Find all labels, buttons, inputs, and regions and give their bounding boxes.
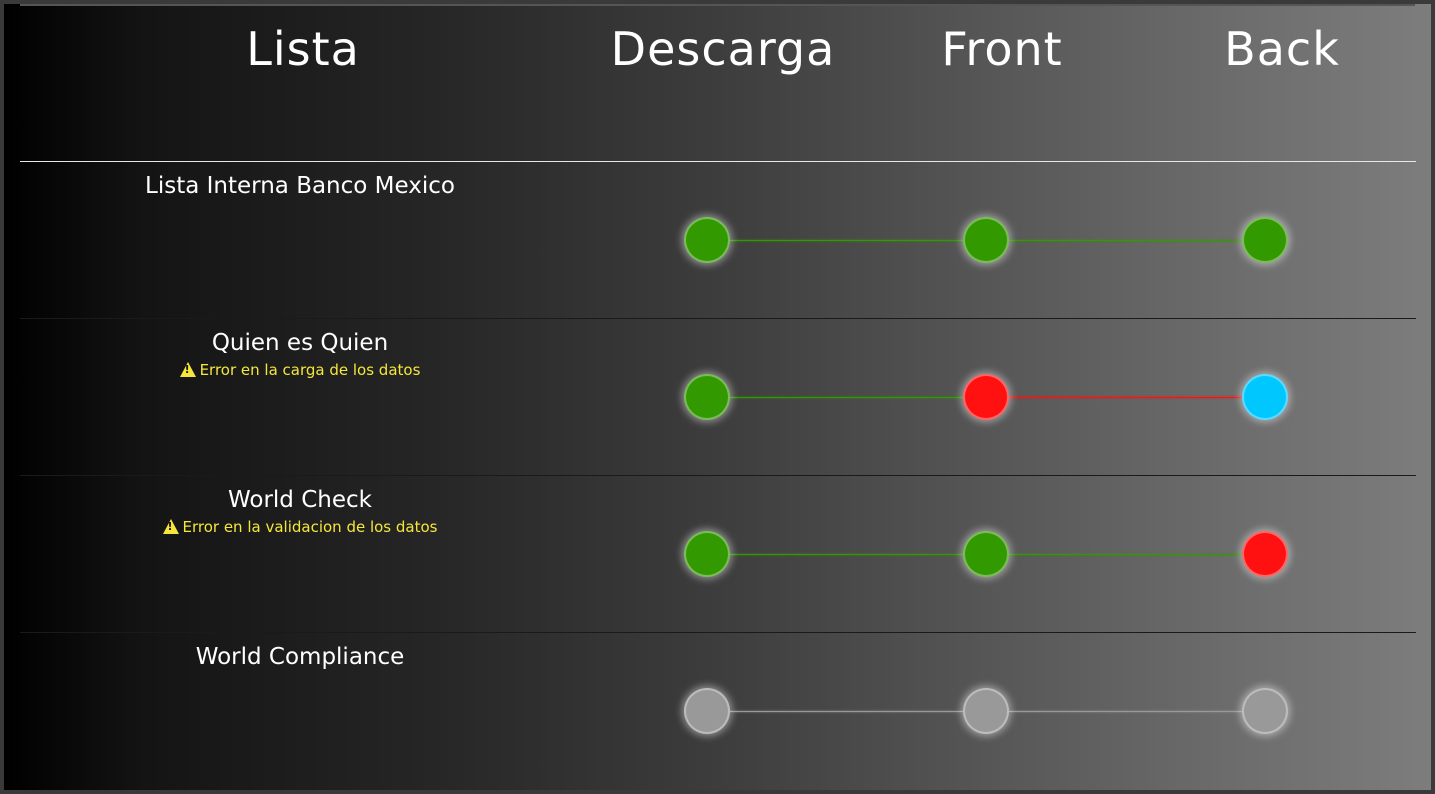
- header-front: Front: [941, 22, 1063, 76]
- list-name: Quien es Quien: [211, 330, 389, 356]
- status-link-front-back: [1009, 240, 1242, 241]
- error-message: Error en la carga de los datos: [20, 360, 580, 380]
- status-dot-descarga[interactable]: [684, 688, 730, 734]
- row-divider: [20, 475, 1416, 476]
- list-row: World Check Error en la validacion de lo…: [20, 475, 1416, 632]
- status-dot-descarga[interactable]: [684, 217, 730, 263]
- status-link-descarga-front: [730, 711, 963, 712]
- status-link-front-back: [1009, 397, 1242, 398]
- row-divider: [20, 161, 1416, 162]
- error-message: Error en la validacion de los datos: [20, 517, 580, 537]
- status-dot-descarga[interactable]: [684, 531, 730, 577]
- list-row: World Compliance: [20, 632, 1416, 789]
- header-descarga: Descarga: [610, 22, 836, 76]
- top-divider: [20, 4, 1415, 6]
- status-dot-back[interactable]: [1242, 374, 1288, 420]
- status-dot-front[interactable]: [963, 374, 1009, 420]
- status-dot-back[interactable]: [1242, 217, 1288, 263]
- header-lista: Lista: [246, 22, 360, 76]
- error-text: Error en la validacion de los datos: [182, 518, 438, 536]
- status-link-front-back: [1009, 711, 1242, 712]
- list-row: Quien es Quien Error en la carga de los …: [20, 318, 1416, 475]
- row-divider: [20, 632, 1416, 633]
- column-header: Lista Descarga Front Back: [4, 22, 1431, 82]
- status-dot-back[interactable]: [1242, 531, 1288, 577]
- status-dot-front[interactable]: [963, 531, 1009, 577]
- error-text: Error en la carga de los datos: [199, 361, 421, 379]
- status-dot-back[interactable]: [1242, 688, 1288, 734]
- list-row: Lista Interna Banco Mexico: [20, 161, 1416, 318]
- status-dot-front[interactable]: [963, 217, 1009, 263]
- list-name: World Check: [228, 487, 372, 513]
- warning-icon: [162, 519, 179, 534]
- status-link-descarga-front: [730, 397, 963, 398]
- warning-icon: [179, 362, 196, 377]
- header-back: Back: [1224, 22, 1340, 76]
- status-link-descarga-front: [730, 554, 963, 555]
- row-divider: [20, 318, 1416, 319]
- status-link-descarga-front: [730, 240, 963, 241]
- list-name: World Compliance: [195, 644, 405, 670]
- status-dashboard: Lista Descarga Front Back Lista Interna …: [0, 0, 1435, 794]
- status-link-front-back: [1009, 554, 1242, 555]
- list-name: Lista Interna Banco Mexico: [145, 173, 455, 199]
- status-dot-descarga[interactable]: [684, 374, 730, 420]
- status-dot-front[interactable]: [963, 688, 1009, 734]
